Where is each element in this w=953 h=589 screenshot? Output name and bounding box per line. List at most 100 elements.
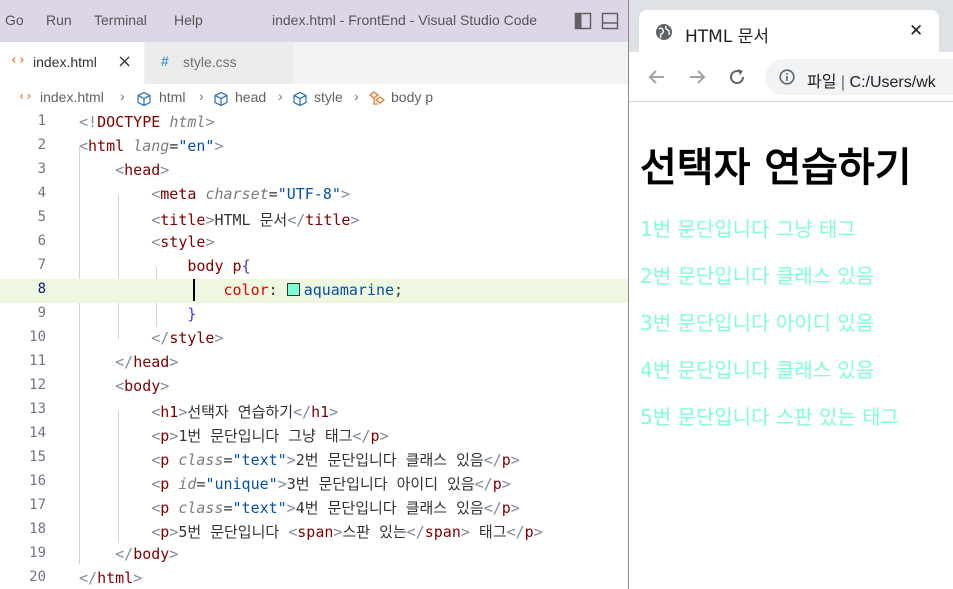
tag-name: p [160,427,170,445]
browser-tab[interactable]: HTML 문서 ✕ [639,10,939,52]
tag-bracket: < [151,451,161,469]
line-number: 5 [37,209,46,225]
tag-bracket: > [160,377,170,395]
line-number: 20 [29,569,46,585]
line-number: 15 [29,449,46,465]
line-number: 12 [29,377,46,393]
html-file-icon: ‹› [18,89,33,103]
tag-bracket: </ [506,523,525,541]
tag-name: p [160,475,170,493]
tag-name: span [297,523,334,541]
tag-bracket: > [214,329,224,347]
code-line-16: 16 <p id="unique">3번 문단입니다 아이디 있음</p> [0,471,628,495]
attr-name: lang [133,137,170,155]
toggle-sidebar-icon[interactable] [574,12,592,30]
tag-bracket: > [169,545,179,563]
text-content: 4번 문단입니다 클래스 있음 [295,499,484,517]
text-content: HTML 문서 [214,211,288,229]
address-bar[interactable]: 파일 | C:/Users/wk [765,59,953,95]
close-icon[interactable]: × [117,51,132,72]
line-number: 8 [37,281,46,297]
tab-style-css[interactable]: # style.css [145,42,293,84]
element-cube-icon [214,91,228,107]
tag-bracket: > [510,451,520,469]
code-line-13: 13 <h1>선택자 연습하기</h1> [0,399,628,423]
address-text: 파일 | C:/Users/wk [807,68,936,92]
tag-bracket: < [151,523,161,541]
address-scheme-label: 파일 [807,74,837,91]
tag-bracket: </ [483,451,502,469]
text-content: 2번 문단입니다 클래스 있음 [295,451,484,469]
tag-bracket: </ [406,523,425,541]
code-editor[interactable]: 1 <!DOCTYPE html> 2 <html lang="en"> 3 <… [0,111,628,589]
breadcrumb: ‹› index.html › html › head › style › bo… [0,86,628,110]
tab-index-html[interactable]: ‹› index.html × [0,42,144,84]
tab-label: style.css [183,54,237,70]
forward-icon[interactable] [687,67,707,87]
editor-tab-bar: ‹› index.html × # style.css [0,42,628,84]
line-number: 13 [29,401,46,417]
back-icon[interactable] [647,67,667,87]
code-text: <p>5번 문단입니다 <span>스판 있는</span> 태그</p> [79,521,542,542]
code-line-8: 8 color: aquamarine; [0,279,628,303]
attr-value: "text" [232,451,287,469]
paragraph-4: 4번 문단입니다 클래스 있음 [640,358,875,382]
line-number: 17 [29,497,46,513]
code-text: <p class="text">4번 문단입니다 클래스 있음</p> [79,497,520,518]
equals: = [268,185,278,203]
menu-run[interactable]: Run [46,12,72,28]
tag-bracket: < [115,377,125,395]
tag-bracket: > [214,137,224,155]
tag-name: title [160,211,206,229]
code-text: <body> [79,377,169,395]
tag-bracket: > [501,475,511,493]
close-icon[interactable]: ✕ [909,21,923,41]
attr-value: "UTF-8" [277,185,341,203]
menu-help[interactable]: Help [174,12,203,28]
breadcrumb-html[interactable]: html [159,89,185,105]
menu-terminal[interactable]: Terminal [94,12,147,28]
code-line-4: 4 <meta charset="UTF-8"> [0,183,628,207]
menu-go[interactable]: Go [5,12,24,28]
tag-bracket: > [350,211,360,229]
color-swatch-icon[interactable] [286,283,300,296]
code-text: color: aquamarine; [79,281,404,299]
attr-name: charset [205,185,269,203]
address-divider: | [840,74,846,91]
tag-name: style [169,329,215,347]
tag-bracket: > [205,113,215,131]
tag-bracket: < [151,185,161,203]
text-content: 태그 [469,523,507,541]
breadcrumb-head[interactable]: head [235,89,266,105]
tag-name: head [124,161,161,179]
breadcrumb-body-p[interactable]: body p [391,89,433,105]
tag-bracket: </ [287,211,306,229]
tag-bracket: > [160,161,170,179]
code-line-6: 6 <style> [0,231,628,255]
attr-name: class [178,451,224,469]
tag-bracket: > [169,427,179,445]
selector-rule-icon [368,91,386,105]
text-content: 5번 문단입니다 [178,523,289,541]
code-text: <style> [79,233,214,251]
tag-name: p [370,427,380,445]
tag-bracket: </ [79,569,98,587]
info-icon[interactable] [779,69,795,85]
title-bar: Go Run Terminal Help index.html - FrontE… [0,0,628,42]
tag-bracket: > [340,185,350,203]
attr-value: "text" [232,499,287,517]
reload-icon[interactable] [727,67,747,87]
equals: = [223,499,233,517]
tag-bracket: > [379,427,389,445]
code-line-2: 2 <html lang="en"> [0,135,628,159]
html-file-icon: ‹› [10,53,26,68]
chevron-right-icon: › [278,88,283,104]
code-line-18: 18 <p>5번 문단입니다 <span>스판 있는</span> 태그</p> [0,519,628,543]
tag-bracket: </ [483,499,502,517]
breadcrumb-file[interactable]: index.html [40,89,104,105]
tab-label: index.html [33,54,97,70]
breadcrumb-style[interactable]: style [314,89,343,105]
toggle-panel-icon[interactable] [601,12,619,30]
element-cube-icon [137,91,151,107]
tag-bracket: > [133,569,143,587]
